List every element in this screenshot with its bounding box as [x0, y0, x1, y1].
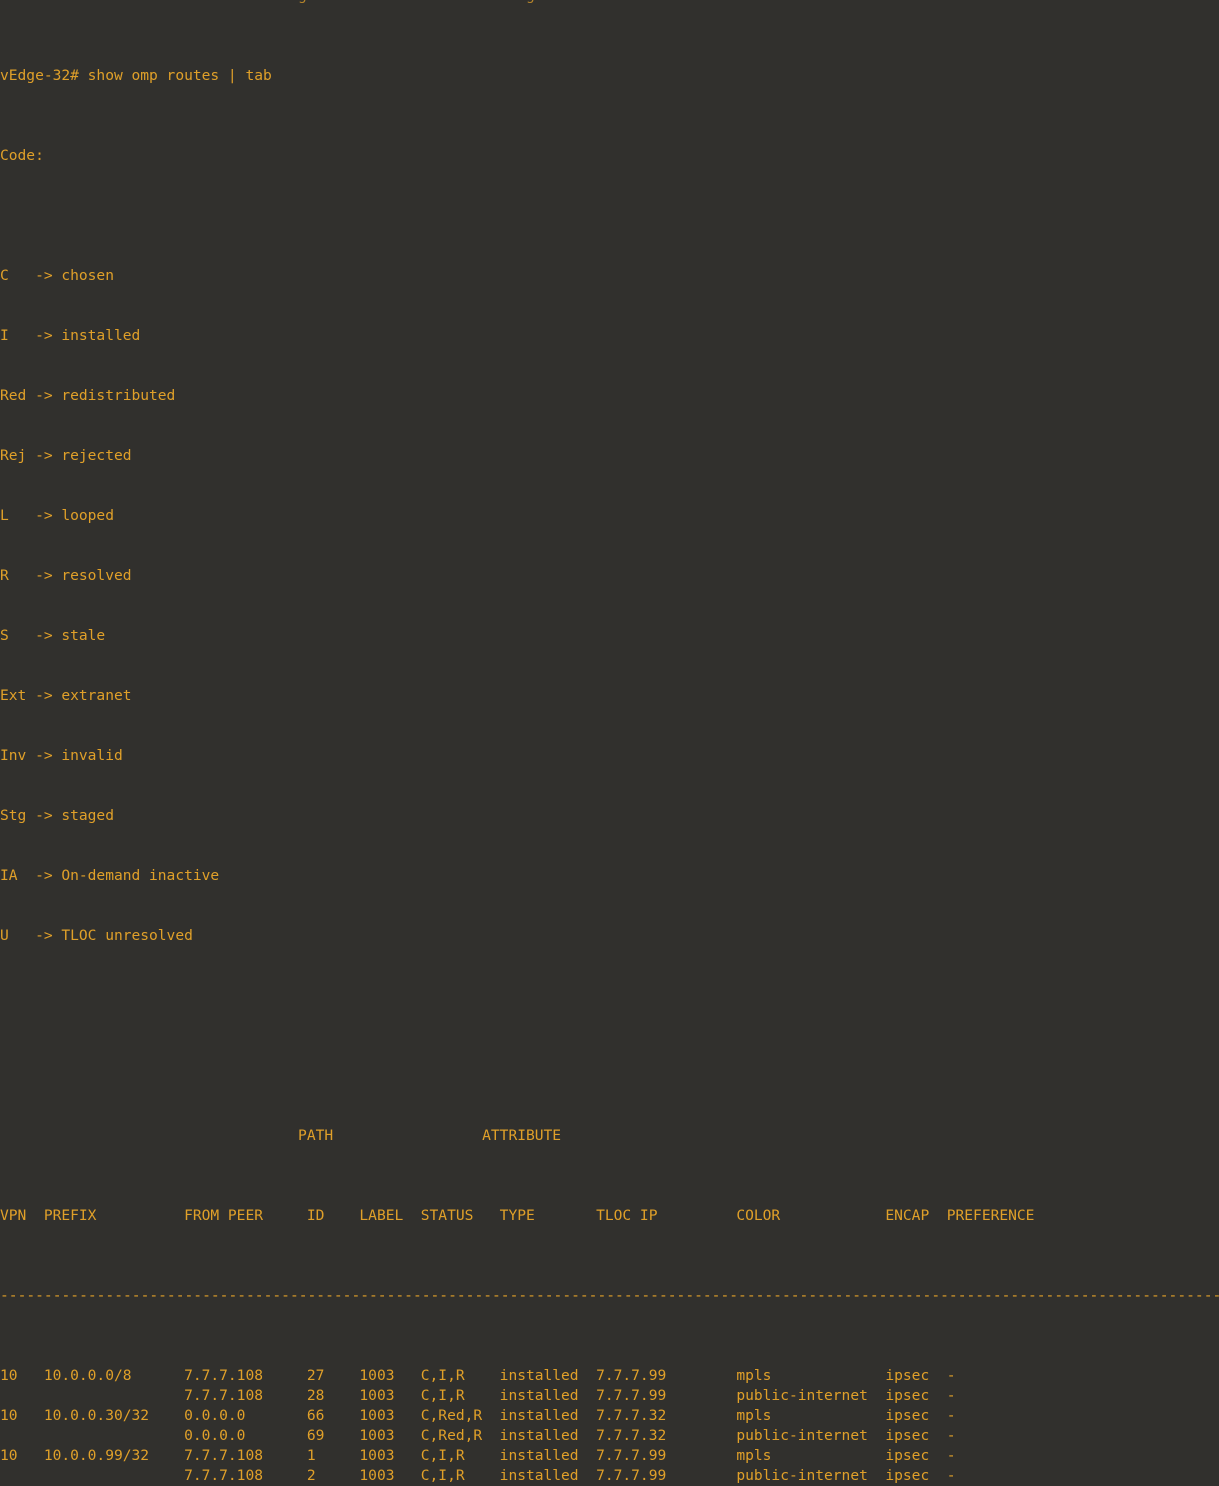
table-row: 0.0.0.0 69 1003 C,Red,R installed 7.7.7.… [0, 1427, 956, 1444]
table-row: 10 10.0.0.99/32 7.7.7.108 1 1003 C,I,R i… [0, 1447, 956, 1464]
code-legend-item: I -> installed [0, 327, 141, 344]
code-legend-item: C -> chosen [0, 267, 114, 284]
terminal-window[interactable]: g g vEdge-32# show omp routes | tab Code… [0, 0, 1219, 1484]
code-legend-list: C -> chosen I -> installed Red -> redist… [0, 226, 1219, 986]
table-header-row: VPN PREFIX FROM PEER ID LABEL STATUS TYP… [0, 1207, 1035, 1224]
code-heading: Code: [0, 147, 44, 164]
code-legend-item: IA -> On-demand inactive [0, 867, 220, 884]
omp-routes-table: 10 10.0.0.0/8 7.7.7.108 27 1003 C,I,R in… [0, 1366, 1219, 1486]
terminal-output: vEdge-32# show omp routes | tab Code: C … [0, 6, 1219, 1486]
code-legend-item: Red -> redistributed [0, 387, 176, 404]
table-row: 7.7.7.108 2 1003 C,I,R installed 7.7.7.9… [0, 1467, 956, 1484]
command-prompt-line[interactable]: vEdge-32# show omp routes | tab [0, 66, 1219, 86]
table-row: 7.7.7.108 28 1003 C,I,R installed 7.7.7.… [0, 1387, 956, 1404]
code-legend-item: Inv -> invalid [0, 747, 123, 764]
code-legend-item: S -> stale [0, 627, 106, 644]
table-header-separator: ----------------------------------------… [0, 1287, 1219, 1304]
code-legend-item: U -> TLOC unresolved [0, 927, 193, 944]
table-row: 10 10.0.0.0/8 7.7.7.108 27 1003 C,I,R in… [0, 1367, 956, 1384]
code-legend-item: L -> looped [0, 507, 114, 524]
code-legend-item: Ext -> extranet [0, 687, 132, 704]
code-legend-item: Stg -> staged [0, 807, 114, 824]
code-legend-item: R -> resolved [0, 567, 132, 584]
code-legend-item: Rej -> rejected [0, 447, 132, 464]
table-header-row-upper: PATH ATTRIBUTE [0, 1127, 562, 1144]
table-row: 10 10.0.0.30/32 0.0.0.0 66 1003 C,Red,R … [0, 1407, 956, 1424]
